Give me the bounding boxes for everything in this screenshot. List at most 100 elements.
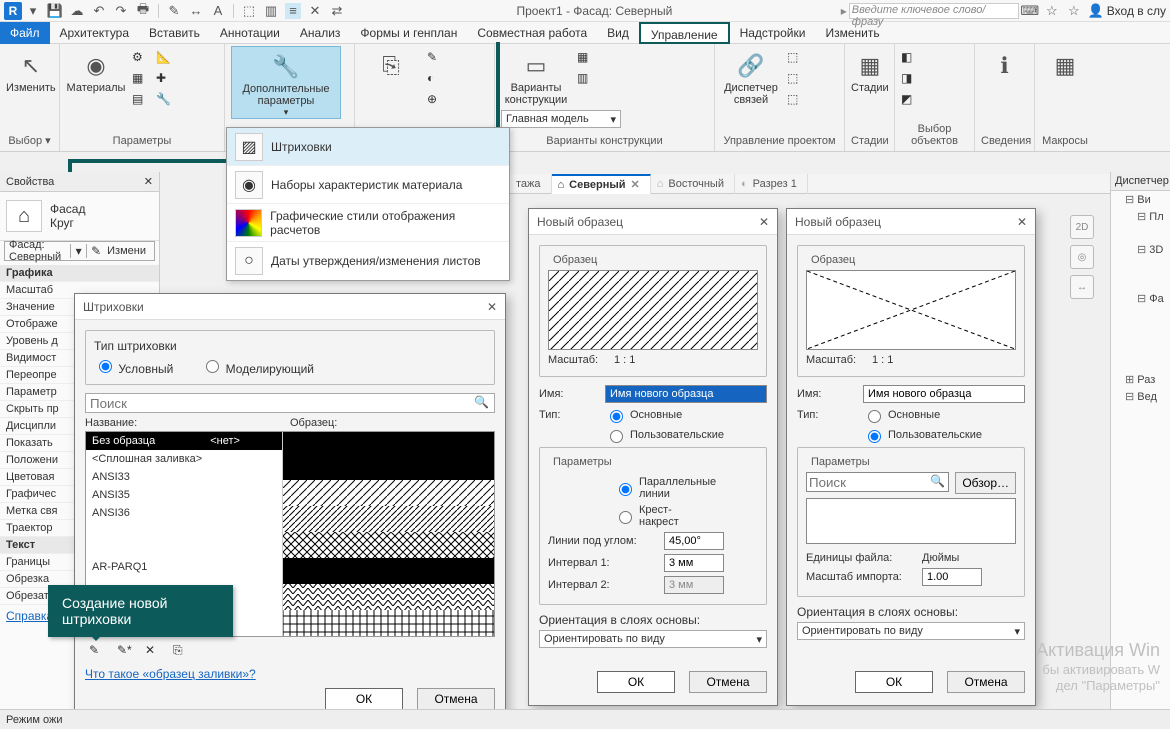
keyboard-icon[interactable]: ⌨: [1022, 3, 1038, 19]
pattern-search-input[interactable]: [85, 393, 495, 413]
dropdown-fill-patterns[interactable]: ▨ Штриховки: [227, 128, 509, 166]
tree-item[interactable]: ⊟ 3D: [1111, 241, 1170, 258]
tree-item[interactable]: [1111, 258, 1170, 274]
tree-item[interactable]: ⊟ Ви: [1111, 191, 1170, 208]
qat-section-icon[interactable]: ▥: [263, 3, 279, 19]
qat-redo-icon[interactable]: ↷: [113, 3, 129, 19]
pattern-row[interactable]: [86, 540, 282, 558]
tool-manage-links[interactable]: 🔗Диспетчер связей: [721, 46, 781, 106]
import-scale-input[interactable]: [922, 568, 982, 586]
menu-analyze[interactable]: Анализ: [290, 22, 351, 44]
dialog-close-icon[interactable]: ✕: [1017, 215, 1027, 229]
settings-small-buttons[interactable]: ⚙▦▤: [132, 46, 150, 110]
tree-item[interactable]: [1111, 323, 1170, 339]
dropdown-analysis-display[interactable]: Графические стили отображения расчетов: [227, 204, 509, 242]
qat-text-icon[interactable]: A: [210, 3, 226, 19]
tool-inquiry[interactable]: ℹ: [981, 46, 1028, 82]
custom-pattern-search[interactable]: [806, 472, 949, 492]
menu-massing[interactable]: Формы и генплан: [350, 22, 467, 44]
tree-item[interactable]: [1111, 355, 1170, 371]
tool-design-options[interactable]: ▭Варианты конструкции: [501, 46, 571, 106]
ok-button[interactable]: ОК: [597, 671, 675, 693]
menu-file[interactable]: Файл: [0, 22, 50, 44]
qat-print-icon[interactable]: 🖶: [135, 3, 151, 19]
help-search-input[interactable]: Введите ключевое слово/фразу: [849, 3, 1019, 19]
pattern-row[interactable]: <Сплошная заливка>: [86, 450, 282, 468]
properties-close-icon[interactable]: ✕: [144, 175, 153, 188]
cancel-button[interactable]: Отмена: [689, 671, 767, 693]
interval1-input[interactable]: [664, 554, 724, 572]
nav-pan-icon[interactable]: ↔: [1070, 275, 1094, 299]
qat-switch-icon[interactable]: ⇄: [329, 3, 345, 19]
pattern-name-input[interactable]: [605, 385, 767, 403]
menu-addins[interactable]: Надстройки: [730, 22, 816, 44]
radio-model[interactable]: Моделирующий: [201, 357, 314, 376]
ok-button[interactable]: ОК: [855, 671, 933, 693]
qat-open-icon[interactable]: ▾: [25, 3, 41, 19]
pattern-row[interactable]: [86, 522, 282, 540]
tree-item[interactable]: ⊞ Раз: [1111, 371, 1170, 388]
view-instance-combo[interactable]: Фасад: Северный▾ ✎ Измени: [4, 241, 155, 261]
radio-parallel-lines[interactable]: Параллельные линии: [614, 476, 674, 500]
menu-modify[interactable]: Изменить: [815, 22, 889, 44]
what-is-fill-link[interactable]: Что такое «образец заливки»?: [85, 667, 495, 680]
tool-materials[interactable]: ◉Материалы: [66, 46, 126, 94]
dialog-close-icon[interactable]: ✕: [487, 300, 497, 314]
view-tab-north[interactable]: ⌂ Северный ✕: [552, 174, 651, 194]
pattern-row[interactable]: Без образца <нет>: [86, 432, 282, 450]
cancel-button[interactable]: Отмена: [947, 671, 1025, 693]
pattern-row[interactable]: ANSI35: [86, 486, 282, 504]
tree-item[interactable]: ⊟ Пл: [1111, 208, 1170, 225]
qat-undo-icon[interactable]: ↶: [91, 3, 107, 19]
ok-button[interactable]: ОК: [325, 688, 403, 710]
radio-basic[interactable]: Основные: [863, 407, 923, 423]
menu-architecture[interactable]: Архитектура: [50, 22, 140, 44]
navcube-icon[interactable]: 2D: [1070, 215, 1094, 239]
user-icon[interactable]: 👤: [1088, 3, 1104, 19]
tool-phases[interactable]: ▦Стадии: [851, 46, 889, 94]
tree-item[interactable]: [1111, 274, 1170, 290]
tool-macros[interactable]: ▦: [1041, 46, 1089, 82]
view-tab-section[interactable]: ◐ Разрез 1: [735, 174, 808, 194]
tree-item[interactable]: [1111, 225, 1170, 241]
star-icon[interactable]: ☆: [1066, 3, 1082, 19]
orientation-combo[interactable]: Ориентировать по виду▾: [539, 630, 767, 648]
type-selector-icon[interactable]: ⌂: [6, 200, 42, 232]
menu-insert[interactable]: Вставить: [139, 22, 210, 44]
custom-pattern-list[interactable]: [806, 498, 1016, 544]
qat-measure-icon[interactable]: ✎: [166, 3, 182, 19]
browse-button[interactable]: Обзор…: [955, 472, 1016, 494]
menu-collaborate[interactable]: Совместная работа: [467, 22, 597, 44]
login-link[interactable]: Вход в слу: [1107, 4, 1166, 18]
tool-additional-parameters[interactable]: 🔧Дополнительные параметры▾: [231, 46, 341, 119]
dropdown-material-assets[interactable]: ◉ Наборы характеристик материала: [227, 166, 509, 204]
orientation-combo[interactable]: Ориентировать по виду▾: [797, 622, 1025, 640]
share-icon[interactable]: ☆: [1044, 3, 1060, 19]
dialog-close-icon[interactable]: ✕: [759, 215, 769, 229]
view-tab-placeholder[interactable]: тажа: [510, 174, 552, 194]
tool-modify[interactable]: ↖Изменить: [6, 46, 56, 94]
tool-shared[interactable]: ⎘: [361, 46, 421, 82]
duplicate-pattern-icon[interactable]: ⎘: [173, 643, 191, 661]
menu-annotations[interactable]: Аннотации: [210, 22, 290, 44]
pattern-row[interactable]: AR-PARQ1: [86, 558, 282, 576]
angle-input[interactable]: [664, 532, 724, 550]
delete-pattern-icon[interactable]: ✕: [145, 643, 163, 661]
nav-wheel-icon[interactable]: ◎: [1070, 245, 1094, 269]
combo-main-model[interactable]: Главная модель▾: [501, 110, 621, 128]
cancel-button[interactable]: Отмена: [417, 688, 495, 710]
tree-item[interactable]: ⊟ Вед: [1111, 388, 1170, 405]
dropdown-sheet-issues[interactable]: ○ Даты утверждения/изменения листов: [227, 242, 509, 280]
tree-item[interactable]: [1111, 307, 1170, 323]
qat-sync-icon[interactable]: ☁: [69, 3, 85, 19]
menu-manage[interactable]: Управление: [639, 22, 730, 44]
menu-view[interactable]: Вид: [597, 22, 639, 44]
pattern-name-input[interactable]: [863, 385, 1025, 403]
radio-basic[interactable]: Основные: [605, 407, 665, 423]
radio-custom[interactable]: Пользовательские: [863, 427, 923, 443]
tree-item[interactable]: [1111, 339, 1170, 355]
radio-crosshatch[interactable]: Крест-накрест: [614, 504, 674, 528]
radio-custom[interactable]: Пользовательские: [605, 427, 665, 443]
pattern-row[interactable]: ANSI36: [86, 504, 282, 522]
close-icon[interactable]: ✕: [631, 178, 640, 191]
